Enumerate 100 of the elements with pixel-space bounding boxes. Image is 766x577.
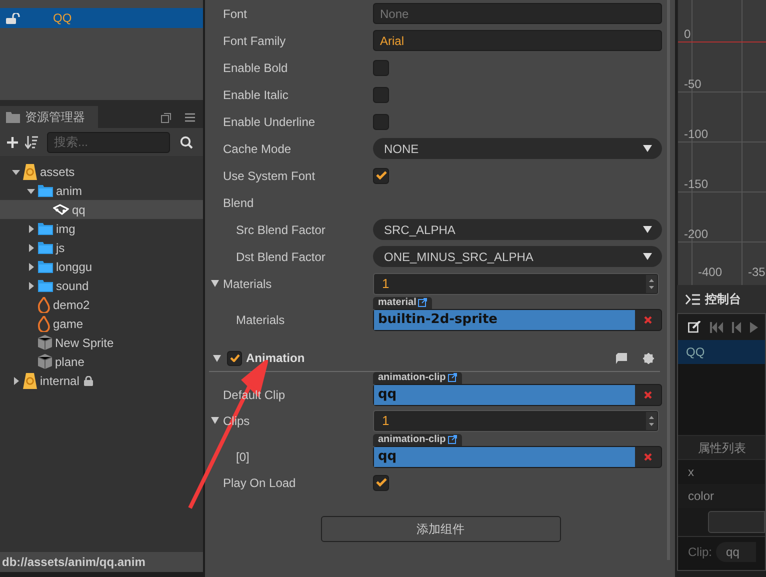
checkbox[interactable]: [373, 60, 389, 76]
axis-label: -50: [684, 76, 702, 93]
collapse-arrow-icon[interactable]: [27, 186, 35, 194]
skip-back-icon[interactable]: [710, 322, 723, 332]
tree-item[interactable]: longgu: [0, 257, 203, 276]
tree-label: assets: [40, 164, 75, 180]
axis-label: 0: [684, 26, 691, 43]
tree-item[interactable]: qq: [0, 200, 203, 219]
gear-icon[interactable]: [643, 352, 654, 364]
checkbox[interactable]: [227, 350, 242, 366]
console-icon: [685, 294, 700, 304]
close-icon[interactable]: [644, 316, 652, 324]
tree-item[interactable]: game: [0, 314, 203, 333]
panel-title: 控制台: [705, 291, 741, 308]
collapse-arrow-icon[interactable]: [211, 280, 219, 287]
cube-icon: [38, 354, 52, 369]
asset-field[interactable]: qq: [373, 384, 662, 406]
property-label: Materials: [223, 276, 272, 292]
property-label: Enable Bold: [223, 60, 288, 76]
node-label: QQ: [53, 10, 72, 27]
tree-label: plane: [55, 354, 84, 370]
tree-item[interactable]: assets: [0, 162, 203, 181]
checkbox[interactable]: [373, 168, 389, 184]
input-field[interactable]: [708, 511, 765, 533]
tree-item[interactable]: img: [0, 219, 203, 238]
cube-icon: [38, 335, 52, 350]
axis-label: -400: [698, 264, 722, 281]
tree-label: demo2: [53, 296, 90, 314]
checkbox[interactable]: [373, 114, 389, 130]
number-field[interactable]: 1: [373, 410, 659, 432]
tree-item[interactable]: New Sprite: [0, 333, 203, 352]
play-icon[interactable]: [750, 322, 758, 332]
add-component-button[interactable]: 添加组件: [320, 516, 560, 542]
checkbox[interactable]: [373, 86, 389, 102]
expand-arrow-icon[interactable]: [27, 244, 35, 252]
search-icon[interactable]: [180, 136, 193, 148]
component-title: Animation: [246, 350, 306, 367]
checkbox[interactable]: [373, 474, 389, 490]
axis-label: -35: [748, 264, 766, 281]
tree-item[interactable]: js: [0, 238, 203, 257]
property-item[interactable]: color: [678, 484, 765, 508]
link-icon[interactable]: [448, 373, 457, 382]
dropdown[interactable]: NONE: [373, 138, 662, 159]
property-label: Play On Load: [223, 474, 296, 492]
tree-item[interactable]: internal: [0, 371, 203, 390]
axis-label: -200: [684, 226, 708, 243]
tree-item[interactable]: sound: [0, 276, 203, 295]
tree-label: qq: [72, 202, 86, 218]
asset-field[interactable]: builtin-2d-sprite: [373, 308, 662, 330]
tree-item[interactable]: demo2: [0, 295, 203, 314]
close-icon[interactable]: [644, 452, 652, 460]
step-back-icon[interactable]: [732, 322, 741, 332]
property-label: Cache Mode: [223, 140, 292, 158]
collapse-arrow-icon[interactable]: [211, 417, 219, 424]
popout-icon[interactable]: [161, 113, 171, 123]
text-field[interactable]: None: [373, 3, 662, 24]
tree-label: sound: [56, 278, 89, 294]
collapse-arrow-icon[interactable]: [213, 354, 221, 362]
property-label: Font: [223, 6, 248, 22]
unlocked-icon[interactable]: [6, 12, 20, 24]
folder-icon: [38, 280, 53, 292]
property-label: Font Family: [223, 32, 286, 50]
tree-label: longgu: [56, 258, 92, 276]
clip-field[interactable]: qq: [716, 542, 756, 562]
tree-item[interactable]: anim: [0, 181, 203, 200]
expand-arrow-icon[interactable]: [27, 282, 35, 290]
add-icon[interactable]: [7, 136, 18, 148]
spinner-icon[interactable]: [646, 274, 657, 292]
panel-tab[interactable]: 资源管理器: [0, 106, 98, 128]
number-field[interactable]: 1: [373, 272, 659, 294]
menu-icon[interactable]: [185, 113, 195, 122]
link-icon[interactable]: [418, 298, 428, 307]
tree-item[interactable]: plane: [0, 352, 203, 371]
link-icon[interactable]: [448, 435, 457, 444]
node-row[interactable]: QQ: [0, 8, 203, 28]
edit-icon[interactable]: [688, 321, 701, 333]
collapse-arrow-icon[interactable]: [12, 168, 20, 176]
asset-field[interactable]: qq: [373, 446, 662, 468]
expand-arrow-icon[interactable]: [27, 224, 35, 232]
folder-icon: [38, 222, 53, 234]
expand-arrow-icon[interactable]: [12, 376, 20, 384]
folder-icon: [38, 242, 53, 254]
clip-label: Clip:: [688, 544, 712, 560]
chain-icon: [53, 204, 69, 215]
close-icon[interactable]: [644, 390, 652, 398]
dropdown[interactable]: SRC_ALPHA: [373, 219, 662, 240]
tree-label: game: [53, 316, 84, 332]
text-field[interactable]: Arial: [373, 30, 662, 51]
property-label: Materials: [236, 312, 285, 328]
tree-label: anim: [56, 182, 82, 200]
clip-list-item[interactable]: QQ: [678, 340, 765, 364]
property-label: Enable Underline: [223, 114, 316, 130]
expand-arrow-icon[interactable]: [27, 262, 35, 270]
folder-icon: [6, 112, 20, 122]
asset-type-tag: animation-clip: [373, 372, 462, 384]
spinner-icon[interactable]: [646, 412, 657, 430]
dropdown[interactable]: ONE_MINUS_SRC_ALPHA: [373, 246, 662, 267]
search-field[interactable]: 搜索...: [47, 132, 170, 152]
property-label: [0]: [236, 448, 250, 466]
sort-icon[interactable]: [25, 136, 38, 148]
